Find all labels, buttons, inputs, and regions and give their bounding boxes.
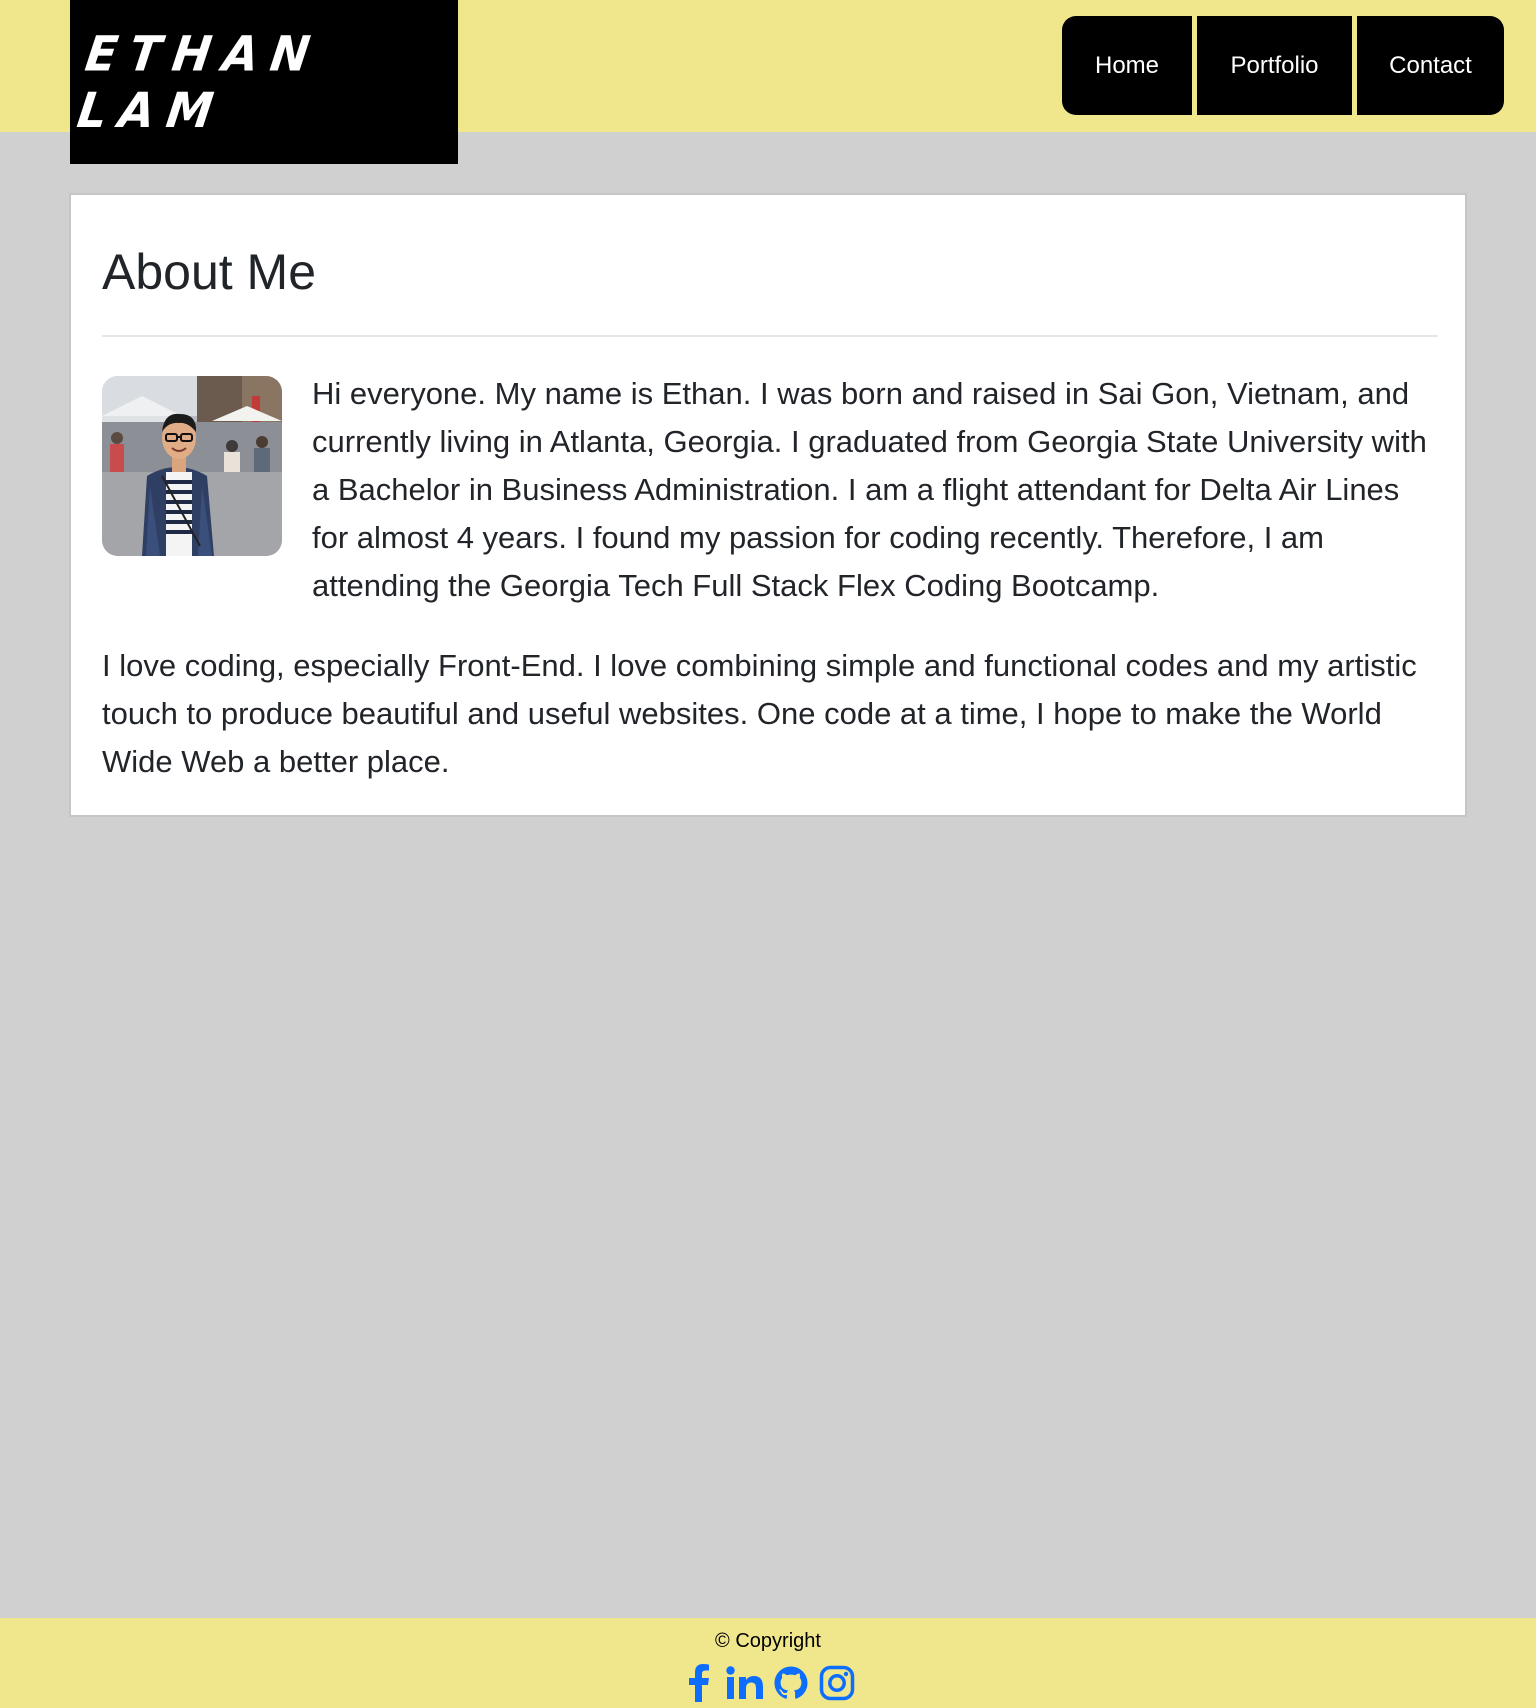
brand-name: Ethan Lam xyxy=(74,25,326,139)
nav-home-link[interactable]: Home xyxy=(1062,16,1192,115)
copyright-text: © Copyright xyxy=(715,1630,821,1652)
about-paragraph-1: Hi everyone. My name is Ethan. I was bor… xyxy=(312,376,1427,603)
site-header: Ethan Lam Home Portfolio Contact xyxy=(0,0,1536,164)
instagram-icon xyxy=(819,1665,855,1701)
facebook-link[interactable] xyxy=(680,1662,718,1704)
profile-photo-illustration xyxy=(102,376,282,556)
linkedin-icon xyxy=(726,1666,763,1699)
instagram-link[interactable] xyxy=(818,1662,856,1704)
linkedin-link[interactable] xyxy=(726,1662,764,1704)
nav-contact-link[interactable]: Contact xyxy=(1357,16,1504,115)
facebook-icon xyxy=(689,1664,709,1702)
profile-photo xyxy=(102,376,282,556)
github-icon xyxy=(774,1666,808,1699)
social-links xyxy=(0,1662,1536,1704)
brand-logo[interactable]: Ethan Lam xyxy=(70,0,458,164)
site-footer: © Copyright xyxy=(0,1618,1536,1708)
nav-portfolio-link[interactable]: Portfolio xyxy=(1197,16,1352,115)
about-title: About Me xyxy=(102,244,317,300)
main-nav: Home Portfolio Contact xyxy=(1062,16,1504,115)
github-link[interactable] xyxy=(772,1662,810,1704)
about-paragraph-2: I love coding, especially Front-End. I l… xyxy=(102,648,1417,779)
about-card: About Me Hi everyone. My name is Ethan. … xyxy=(69,193,1467,817)
title-divider xyxy=(102,335,1438,337)
